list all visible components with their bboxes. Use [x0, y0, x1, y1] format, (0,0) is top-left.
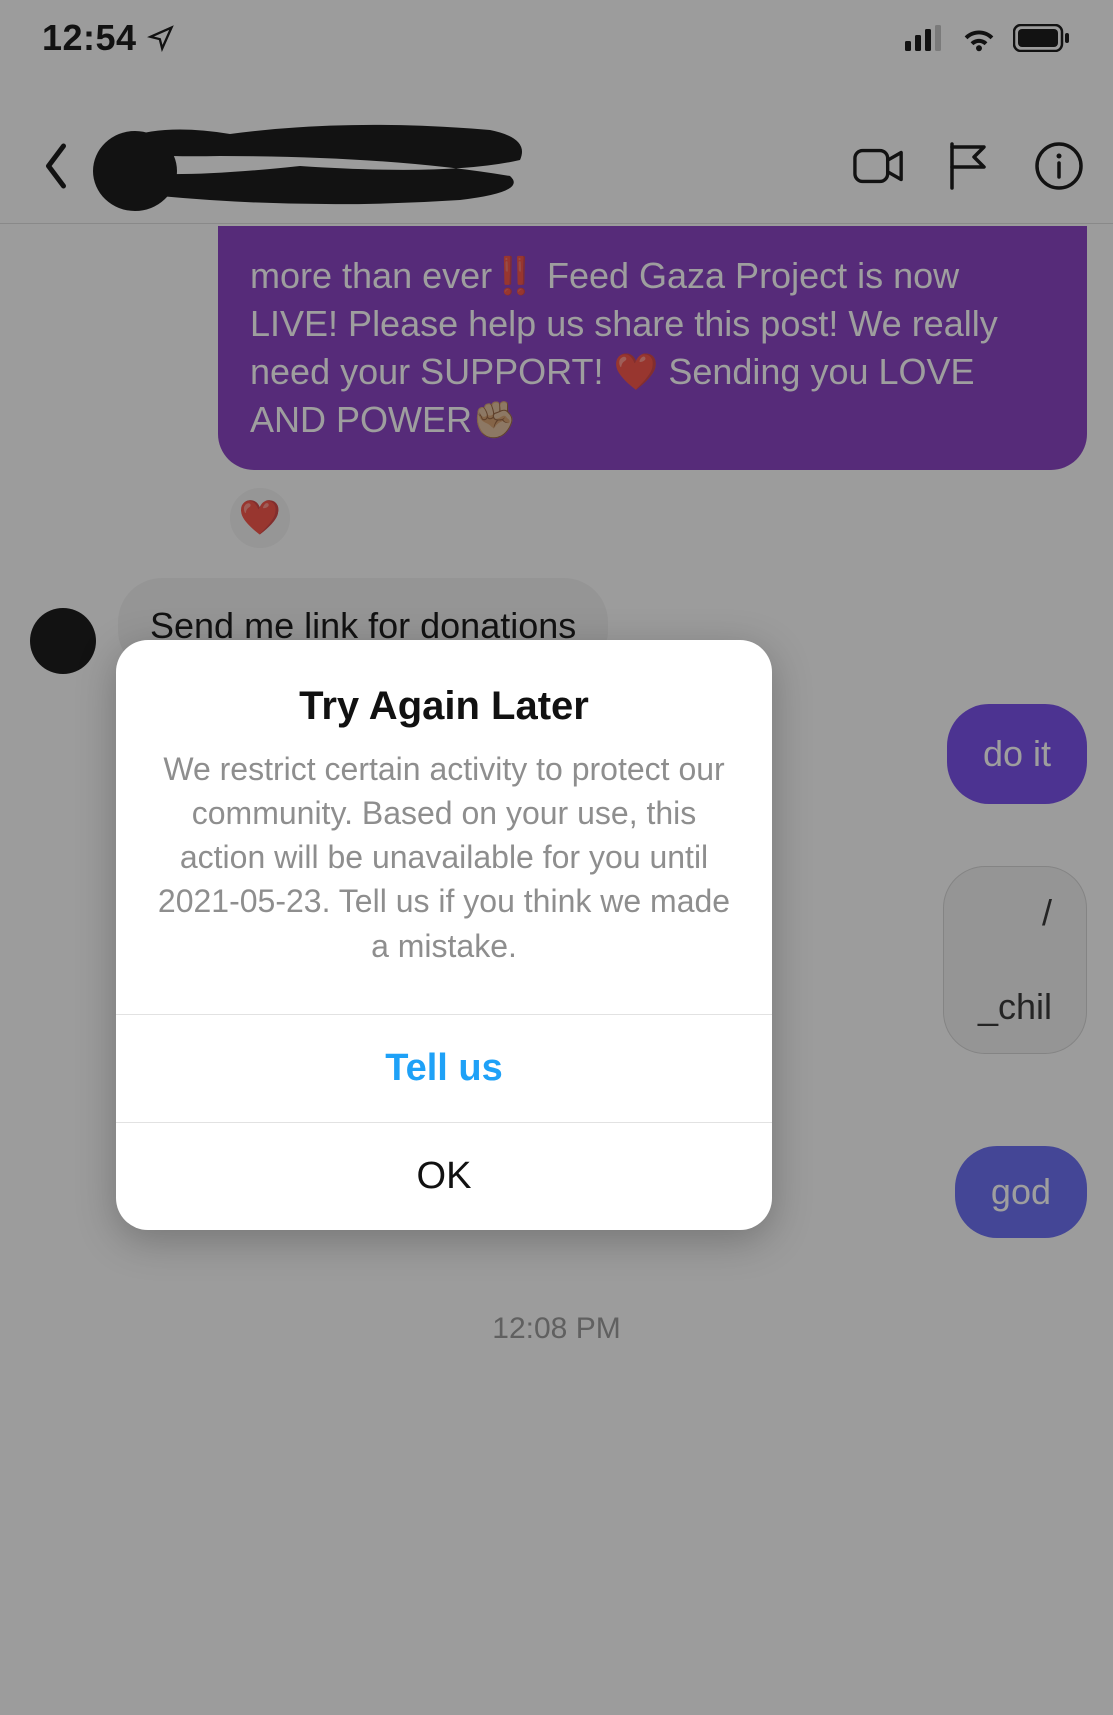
ok-label: OK	[417, 1155, 472, 1197]
app-screen: 12:54	[0, 0, 1113, 1715]
ok-button[interactable]: OK	[116, 1122, 772, 1230]
modal-title-text: Try Again Later	[299, 684, 589, 728]
tell-us-label: Tell us	[385, 1047, 503, 1089]
modal-title: Try Again Later	[116, 640, 772, 747]
modal-body: We restrict certain activity to protect …	[116, 747, 772, 1014]
modal-body-text: We restrict certain activity to protect …	[158, 751, 730, 964]
tell-us-button[interactable]: Tell us	[116, 1014, 772, 1122]
restriction-modal: Try Again Later We restrict certain acti…	[116, 640, 772, 1230]
